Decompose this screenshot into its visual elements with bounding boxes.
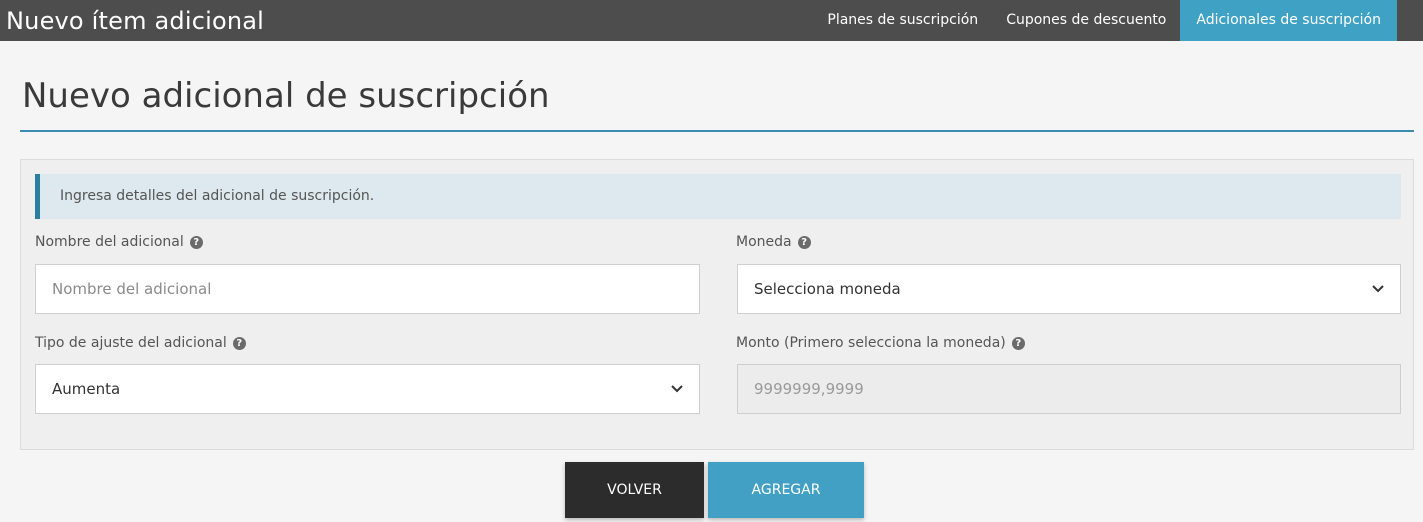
nav-item-subscription-addons[interactable]: Adicionales de suscripción: [1180, 0, 1397, 41]
adjustment-type-selected-value: Aumenta: [52, 380, 121, 398]
currency-selected-value: Selecciona moneda: [754, 280, 901, 298]
addon-name-input[interactable]: [35, 264, 700, 314]
adjustment-type-label-row: Tipo de ajuste del adicional ?: [35, 335, 246, 351]
chevron-down-icon: [1372, 285, 1384, 293]
currency-label-row: Moneda ?: [736, 234, 811, 250]
question-circle-icon[interactable]: ?: [189, 235, 203, 249]
question-circle-icon[interactable]: ?: [797, 235, 811, 249]
nav-item-subscription-plans[interactable]: Planes de suscripción: [813, 0, 992, 41]
amount-input[interactable]: [737, 364, 1401, 414]
top-navbar: Nuevo ítem adicional Planes de suscripci…: [0, 0, 1423, 41]
amount-label: Monto (Primero selecciona la moneda): [736, 335, 1006, 351]
name-label-row: Nombre del adicional ?: [35, 234, 203, 250]
title-divider: [20, 130, 1414, 132]
adjustment-type-label: Tipo de ajuste del adicional: [35, 335, 227, 351]
app-title: Nuevo ítem adicional: [6, 6, 265, 35]
adjustment-type-select[interactable]: Aumenta: [35, 364, 700, 414]
name-label: Nombre del adicional: [35, 234, 184, 250]
add-button[interactable]: AGREGAR: [708, 462, 864, 518]
info-alert: Ingresa detalles del adicional de suscri…: [35, 174, 1401, 219]
page-title: Nuevo adicional de suscripción: [22, 76, 550, 116]
amount-label-row: Monto (Primero selecciona la moneda) ?: [736, 335, 1025, 351]
question-circle-icon[interactable]: ?: [1011, 336, 1025, 350]
currency-label: Moneda: [736, 234, 792, 250]
question-circle-icon[interactable]: ?: [232, 336, 246, 350]
main-nav: Planes de suscripción Cupones de descuen…: [813, 0, 1397, 41]
form-panel: Ingresa detalles del adicional de suscri…: [20, 159, 1414, 450]
currency-select[interactable]: Selecciona moneda: [737, 264, 1401, 314]
nav-item-discount-coupons[interactable]: Cupones de descuento: [992, 0, 1180, 41]
back-button[interactable]: VOLVER: [565, 462, 704, 518]
chevron-down-icon: [671, 385, 683, 393]
